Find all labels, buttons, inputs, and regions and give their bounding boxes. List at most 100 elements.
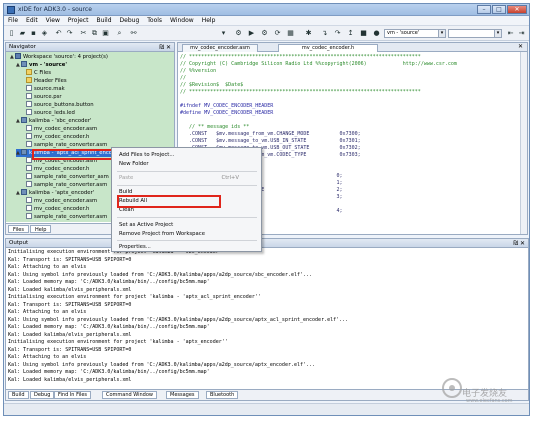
menu-tools[interactable]: Tools [143, 16, 166, 25]
undo-icon[interactable]: ↶ [54, 29, 63, 38]
find-icon[interactable]: ⌕ [115, 29, 124, 38]
output-line: Kal: Loaded kalimba/elvis_peripherals.xm… [8, 376, 132, 383]
save-icon[interactable]: ▪ [29, 29, 38, 38]
tree-item[interactable]: C Files [26, 69, 51, 77]
maximize-button[interactable]: □ [492, 5, 506, 14]
tree-item[interactable]: source.mak [26, 85, 65, 93]
tree-item[interactable]: mv_codec_encoder.h [26, 205, 89, 213]
menu-build[interactable]: Build [92, 16, 115, 25]
context-menu-item-new-folder[interactable]: New Folder [112, 160, 261, 169]
debug-icon[interactable]: ✱ [304, 29, 313, 38]
code-line: // ** message ids ** [180, 124, 250, 130]
chevron-down-icon[interactable]: ▾ [438, 30, 445, 37]
minimize-button[interactable]: – [477, 5, 491, 14]
active-project-combo[interactable]: vm - 'source' ▾ [384, 29, 446, 38]
save-all-icon[interactable]: ◈ [40, 29, 49, 38]
back-icon[interactable]: ⇤ [506, 29, 515, 38]
open-folder-icon[interactable]: ▰ [18, 29, 27, 38]
menu-window[interactable]: Window [166, 16, 198, 25]
context-menu-item-set-as-active-project[interactable]: Set as Active Project [112, 221, 261, 230]
active-project-value: vm - 'source' [387, 30, 420, 36]
tab-files[interactable]: Files [8, 225, 29, 233]
step-over-icon[interactable]: ↷ [333, 29, 342, 38]
redo-icon[interactable]: ↷ [65, 29, 74, 38]
tree-item[interactable]: ▲ kalimba - 'sbc_encoder' [16, 117, 91, 125]
panel-pin-close-icons[interactable]: ₪ ✕ [159, 43, 171, 52]
context-menu-item-paste[interactable]: Paste Ctrl+V [112, 174, 261, 183]
cut-icon[interactable]: ✂ [79, 29, 88, 38]
tab-output-command-window[interactable]: Command Window [102, 391, 158, 399]
compile-icon[interactable]: ▦ [286, 29, 295, 38]
tab-help[interactable]: Help [30, 225, 52, 233]
tab-mv-codec-encoder-asm[interactable]: mv_codec_encoder.asm [182, 44, 258, 52]
tab-output-build[interactable]: Build [8, 391, 29, 399]
menu-project[interactable]: Project [64, 16, 93, 25]
menu-view[interactable]: View [42, 16, 64, 25]
menu-file[interactable]: File [4, 16, 22, 25]
build-icon[interactable]: ⚙ [234, 29, 243, 38]
tree-item[interactable]: mv_codec_encoder.h [26, 165, 89, 173]
chevron-down-icon[interactable]: ▾ [494, 30, 501, 37]
copy-icon[interactable]: ⧉ [90, 29, 99, 38]
tree-item[interactable]: source_leds.led [26, 109, 75, 117]
tree-item[interactable]: mv_codec_encoder.asm [26, 125, 97, 133]
context-menu-item-label: Set as Active Project [119, 222, 174, 228]
close-button[interactable]: ✕ [507, 5, 527, 14]
code-line: // %%version [180, 68, 217, 74]
panel-pin-close-icons[interactable]: ₪ ✕ [513, 239, 525, 248]
menu-debug[interactable]: Debug [116, 16, 144, 25]
code-line: .CONST $mv.message_from_vm.CHANGE_MODE 0… [180, 131, 361, 137]
tab-output-bluetooth[interactable]: Bluetooth [206, 391, 239, 399]
tree-item[interactable]: sample_rate_converter.asm [26, 181, 107, 189]
settings-icon[interactable]: ⚙ [260, 29, 269, 38]
menu-edit[interactable]: Edit [22, 16, 42, 25]
context-menu-item-label: Properties... [119, 244, 151, 250]
paste-icon[interactable]: ▣ [101, 29, 110, 38]
tree-item[interactable]: mv_codec_encoder.asm [26, 197, 97, 205]
tree-item[interactable]: ▲ kalimba - 'aptx_encoder' [16, 189, 94, 197]
file-icon [26, 125, 32, 131]
tab-output-debug[interactable]: Debug [30, 391, 55, 399]
target-combo[interactable]: ▾ [448, 29, 502, 38]
run-icon[interactable]: ▶ [247, 29, 256, 38]
output-line: Kal: Attaching to an elvis [8, 309, 87, 315]
context-menu-item-properties[interactable]: Properties... [112, 243, 261, 252]
step-out-icon[interactable]: ↥ [346, 29, 355, 38]
tree-item-label: mv_codec_encoder.asm [34, 126, 98, 132]
tree-item[interactable]: ▲ Workspace 'source': 4 project(s) [10, 53, 108, 61]
breakpoint-icon[interactable]: ● [372, 29, 381, 38]
tab-output-messages[interactable]: Messages [166, 391, 199, 399]
binoculars-icon[interactable]: ⚯ [129, 29, 138, 38]
tree-item[interactable]: Header Files [26, 77, 67, 85]
dropdown-arrow-icon[interactable]: ▾ [219, 29, 228, 38]
tree-item[interactable]: mv_codec_encoder.h [26, 133, 89, 141]
output-line: Kal: Using symbol info previously loaded… [8, 271, 313, 278]
navigator-title: Navigator [9, 44, 36, 50]
tree-item[interactable]: source_buttons.button [26, 101, 94, 109]
step-into-icon[interactable]: ↴ [320, 29, 329, 38]
rebuild-icon[interactable]: ⟳ [273, 29, 282, 38]
context-menu-item-add-files-to-project[interactable]: Add Files to Project... [112, 151, 261, 160]
output-log[interactable]: Initialising execution environment for p… [8, 249, 518, 387]
file-icon [26, 93, 32, 99]
tree-item[interactable]: sample_rate_converter.asm [26, 213, 107, 221]
tree-item[interactable]: sample_rate_converter_asm [26, 173, 109, 181]
file-icon [26, 213, 32, 219]
shortcut-label: Ctrl+V [221, 175, 240, 181]
context-menu-item-label: New Folder [119, 161, 149, 167]
close-tab-icon[interactable]: ✕ [518, 43, 523, 50]
context-menu-item-remove-project-from-workspace[interactable]: Remove Project from Workspace [112, 230, 261, 239]
tree-item[interactable]: sample_rate_converter.asm [26, 141, 107, 149]
tree-item-label: kalimba - 'sbc_encoder' [29, 118, 92, 124]
menu-separator [117, 240, 257, 241]
forward-icon[interactable]: ⇥ [517, 29, 526, 38]
tree-item[interactable]: source.psr [26, 93, 62, 101]
tab-mv-codec-encoder-h[interactable]: mv_codec_encoder.h [278, 44, 378, 52]
tree-item[interactable]: ▲ vm - 'source' [16, 61, 67, 69]
editor-scrollbar[interactable] [520, 52, 527, 234]
tree-item-label: Header Files [34, 78, 67, 84]
menu-help[interactable]: Help [198, 16, 220, 25]
stop-icon[interactable]: ■ [359, 29, 368, 38]
new-file-icon[interactable]: ▯ [7, 29, 16, 38]
tab-output-find-in-files[interactable]: Find In Files [54, 391, 92, 399]
